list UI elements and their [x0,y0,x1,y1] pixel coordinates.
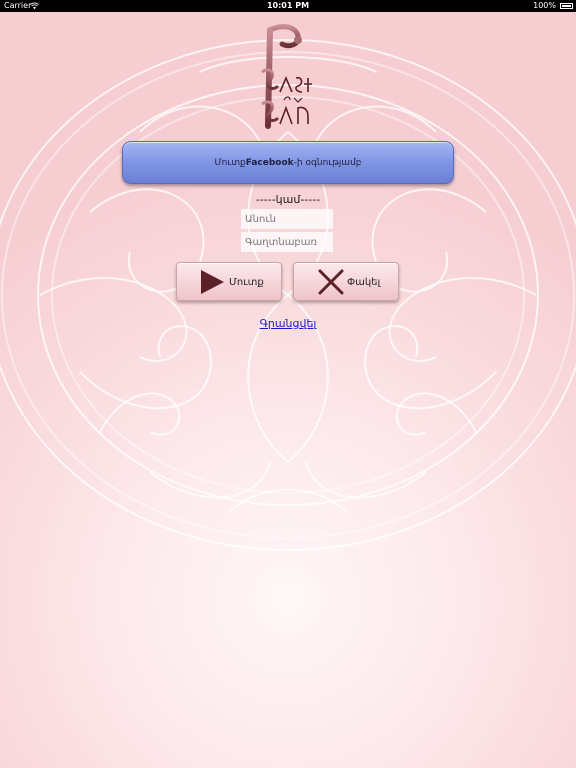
facebook-button-suffix: -ի օգնությամբ [293,157,362,168]
password-input[interactable] [241,232,333,252]
username-input[interactable] [241,209,333,229]
close-button[interactable]: Փակել [293,262,399,301]
facebook-button-prefix: Մուտք [214,157,246,168]
app-logo [261,24,312,129]
clock: 10:01 PM [266,1,310,10]
x-close-icon [318,269,344,295]
close-button-label: Փակել [347,277,381,288]
facebook-login-button[interactable]: Մուտք Facebook -ի օգնությամբ [122,141,454,184]
login-button[interactable]: Մուտք [176,262,282,301]
facebook-button-brand: Facebook [245,157,294,168]
login-button-label: Մուտք [229,277,264,288]
or-divider: -----կամ----- [255,193,321,206]
battery-percentage: 100% [533,1,556,10]
battery-icon [560,3,573,9]
status-bar: Carrier 10:01 PM 100% [0,0,576,12]
play-triangle-icon [201,270,224,294]
register-link[interactable]: Գրանցվել [0,317,576,330]
